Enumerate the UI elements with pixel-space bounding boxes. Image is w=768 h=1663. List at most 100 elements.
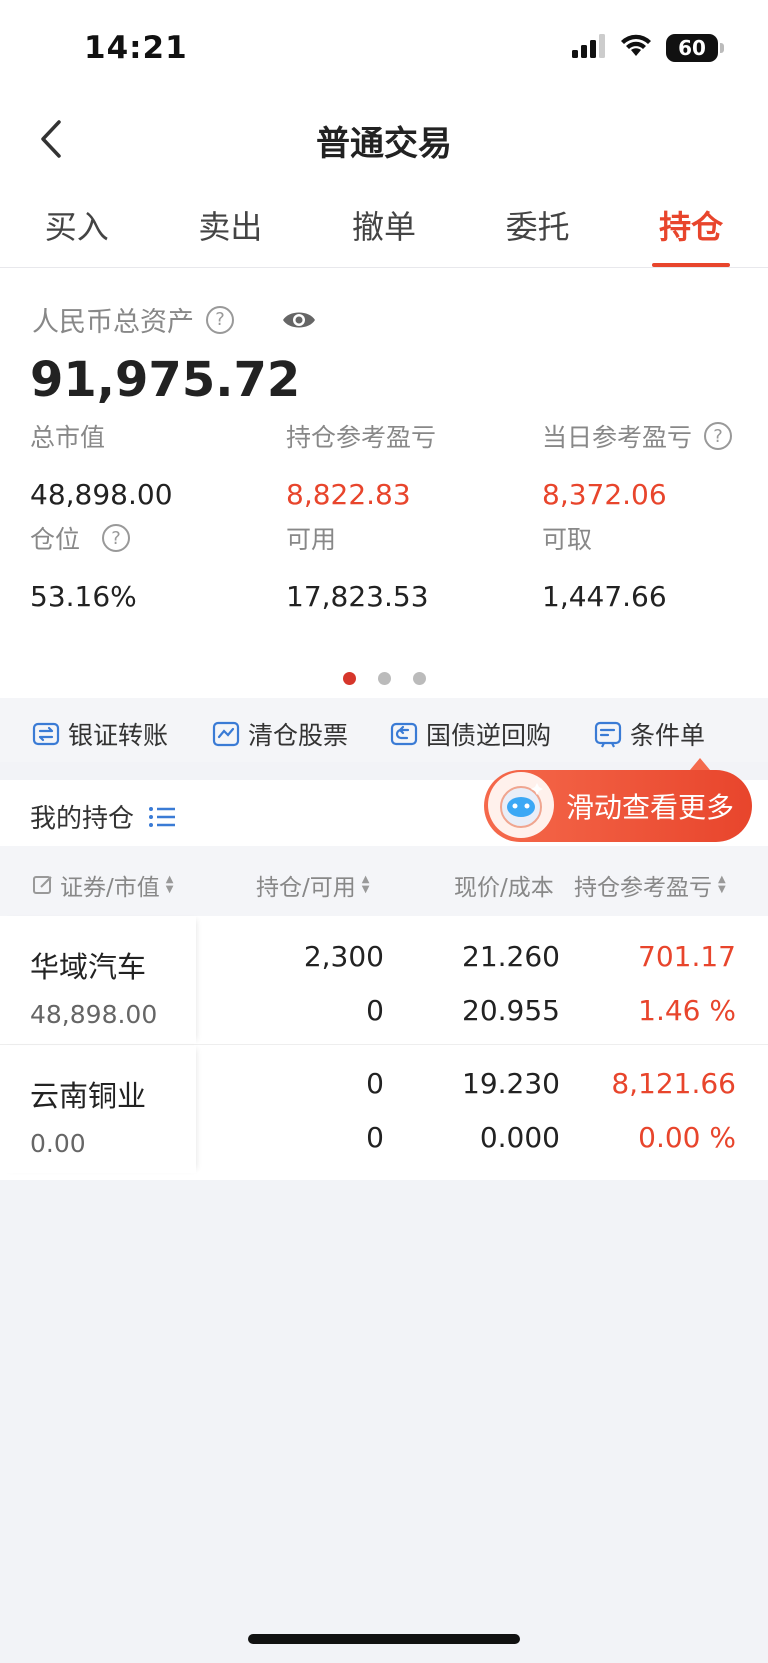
stat-label: 可取 xyxy=(542,525,593,554)
page-title: 普通交易 xyxy=(316,124,452,164)
stat-market-value: 总市值 48,898.00 xyxy=(30,418,270,511)
stat-available: 可用 17,823.53 xyxy=(286,520,526,613)
quick-action-label: 条件单 xyxy=(630,721,706,750)
tab-positions[interactable]: 持仓 xyxy=(614,180,768,267)
pnl-percent-cell: 0.00 % xyxy=(638,1121,736,1154)
home-indicator xyxy=(248,1634,520,1644)
sort-icon: ▲ ▼ xyxy=(361,874,370,895)
stat-value: 8,822.83 xyxy=(286,478,411,511)
column-position[interactable]: 持仓/可用 ▲ ▼ xyxy=(256,868,369,902)
stat-daily-pnl: 当日参考盈亏 ? 8,372.06 xyxy=(542,418,752,511)
stock-name: 华域汽车 xyxy=(30,950,147,984)
stat-withdrawable: 可取 1,447.66 xyxy=(542,520,768,613)
stat-label: 仓位 xyxy=(30,525,81,554)
tab-orders[interactable]: 委托 xyxy=(461,180,615,267)
stat-position-pnl: 持仓参考盈亏 8,822.83 xyxy=(286,418,526,511)
stat-position-ratio: 仓位 ? 53.16% xyxy=(30,520,270,613)
stock-name: 云南铜业 xyxy=(30,1079,147,1113)
edit-icon xyxy=(33,876,52,894)
stock-market-value: 48,898.00 xyxy=(30,1000,158,1029)
repo-icon xyxy=(390,722,418,746)
table-row[interactable]: 云南铜业 0.00 0 0 19.230 0.000 8,121.66 0.00… xyxy=(0,1044,768,1172)
holdings-table: 华域汽车 48,898.00 2,300 0 21.260 20.955 701… xyxy=(0,916,768,1180)
page-dot[interactable] xyxy=(412,672,426,685)
stock-market-value: 0.00 xyxy=(30,1129,86,1158)
position-cell: 0 xyxy=(366,1067,384,1100)
scroll-hint-text: 滑动查看更多 xyxy=(566,791,735,824)
stat-value: 48,898.00 xyxy=(30,478,173,511)
scroll-hint-bubble[interactable]: 滑动查看更多 xyxy=(484,758,752,842)
status-bar: 14:21 60 xyxy=(0,0,768,100)
column-label: 现价/成本 xyxy=(454,875,554,901)
stat-label: 总市值 xyxy=(30,423,106,452)
sort-icon: ▲ ▼ xyxy=(165,874,174,895)
eye-icon[interactable] xyxy=(282,309,316,331)
price-cell: 21.260 xyxy=(462,940,560,973)
transfer-icon xyxy=(32,722,60,746)
holdings-title-text: 我的持仓 xyxy=(30,804,135,834)
quick-action-label: 清仓股票 xyxy=(248,721,349,750)
condition-order-icon xyxy=(594,721,622,748)
reverse-repo-button[interactable]: 国债逆回购 xyxy=(390,716,551,752)
stat-value: 1,447.66 xyxy=(542,580,667,613)
total-assets-value: 91,975.72 xyxy=(30,352,301,408)
price-cell: 19.230 xyxy=(462,1067,560,1100)
sort-icon: ▲ ▼ xyxy=(718,874,726,895)
robot-mascot-icon xyxy=(488,772,554,838)
pnl-cell: 8,121.66 xyxy=(611,1067,736,1100)
column-label: 持仓参考盈亏 xyxy=(574,875,712,901)
row-name-cell: 华域汽车 48,898.00 xyxy=(0,916,196,1044)
column-price[interactable]: 现价/成本 xyxy=(454,868,554,902)
assets-label-row: 人民币总资产 ? xyxy=(32,300,316,339)
stat-value: 17,823.53 xyxy=(286,580,429,613)
table-row[interactable]: 华域汽车 48,898.00 2,300 0 21.260 20.955 701… xyxy=(0,916,768,1044)
trade-tabs: 买入 卖出 撤单 委托 持仓 xyxy=(0,180,768,268)
row-name-cell: 云南铜业 0.00 xyxy=(0,1045,196,1173)
tab-cancel-order[interactable]: 撤单 xyxy=(307,180,461,267)
quick-actions-bar: 银证转账 清仓股票 国债逆回购 条件单 xyxy=(0,698,768,762)
wifi-icon xyxy=(620,34,652,62)
stat-value: 53.16% xyxy=(30,580,137,613)
cost-cell: 20.955 xyxy=(462,994,560,1027)
battery-icon: 60 xyxy=(666,34,724,62)
stat-label: 当日参考盈亏 xyxy=(542,423,693,452)
stat-label-row: 当日参考盈亏 ? xyxy=(542,418,752,454)
position-cell: 2,300 xyxy=(303,940,384,973)
stat-value: 8,372.06 xyxy=(542,478,667,511)
status-icons: 60 xyxy=(572,34,724,62)
condition-order-button[interactable]: 条件单 xyxy=(594,716,705,752)
pnl-cell: 701.17 xyxy=(638,940,736,973)
bank-transfer-button[interactable]: 银证转账 xyxy=(32,716,168,752)
help-icon[interactable]: ? xyxy=(704,422,733,450)
column-label: 证券/市值 xyxy=(60,875,160,901)
total-assets-label: 人民币总资产 xyxy=(32,307,194,338)
clear-stocks-button[interactable]: 清仓股票 xyxy=(212,716,348,752)
quick-action-label: 国债逆回购 xyxy=(426,721,552,750)
quick-action-label: 银证转账 xyxy=(68,721,169,750)
column-pnl[interactable]: 持仓参考盈亏 ▲ ▼ xyxy=(574,868,726,902)
help-icon[interactable]: ? xyxy=(206,305,234,334)
holdings-title[interactable]: 我的持仓 xyxy=(30,798,176,835)
page-dot[interactable] xyxy=(342,672,356,685)
tab-buy[interactable]: 买入 xyxy=(0,180,154,267)
stat-label: 可用 xyxy=(286,525,337,554)
help-icon[interactable]: ? xyxy=(102,524,131,552)
page-dot[interactable] xyxy=(377,672,391,685)
page-indicator xyxy=(0,672,768,685)
available-cell: 0 xyxy=(366,994,384,1027)
cost-cell: 0.000 xyxy=(479,1121,560,1154)
list-icon xyxy=(149,806,176,827)
pnl-percent-cell: 1.46 % xyxy=(638,994,736,1027)
nav-bar: 普通交易 xyxy=(0,100,768,180)
cellular-signal-icon xyxy=(572,34,606,62)
status-time: 14:21 xyxy=(84,30,188,66)
column-label: 持仓/可用 xyxy=(256,875,356,901)
assets-panel: 人民币总资产 ? 91,975.72 总市值 48,898.00 持仓参考盈亏 … xyxy=(0,268,768,698)
chart-icon xyxy=(212,721,240,747)
available-cell: 0 xyxy=(366,1121,384,1154)
holdings-table-header: 证券/市值 ▲ ▼ 持仓/可用 ▲ ▼ 现价/成本 持仓参考盈亏 ▲ ▼ xyxy=(0,846,768,916)
column-security[interactable]: 证券/市值 ▲ ▼ xyxy=(32,868,173,902)
stat-label-row: 仓位 ? xyxy=(30,520,270,556)
stat-label: 持仓参考盈亏 xyxy=(286,423,437,452)
tab-sell[interactable]: 卖出 xyxy=(154,180,308,267)
